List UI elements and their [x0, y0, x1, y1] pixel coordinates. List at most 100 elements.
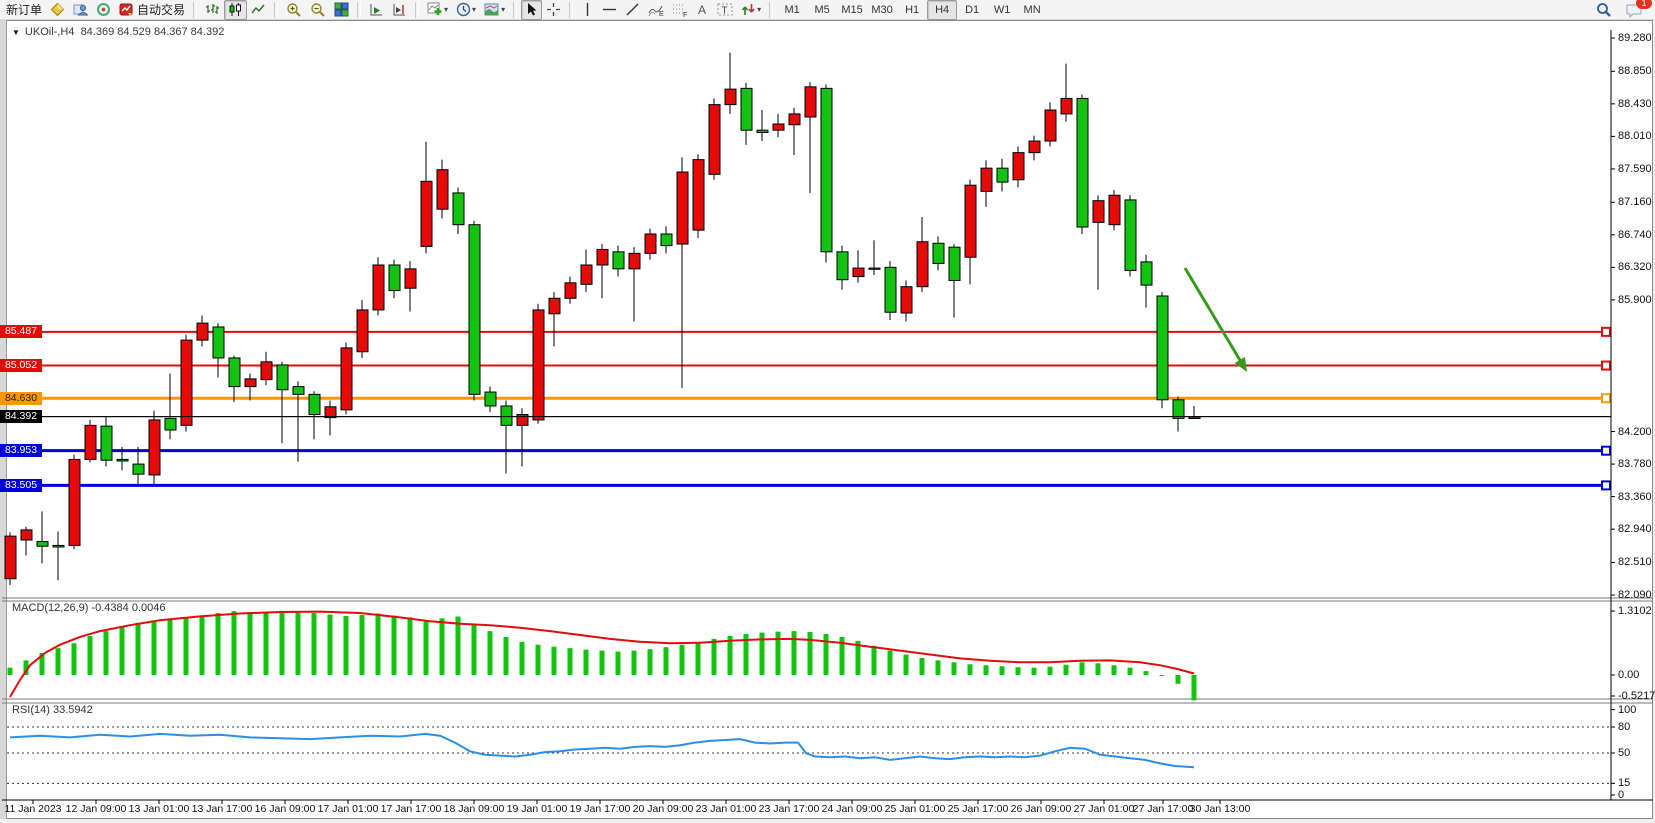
rsi-axis-label: 100	[1618, 704, 1636, 716]
price-flag-83.953: 83.953	[0, 444, 42, 457]
price-tick-label: 84.200	[1618, 426, 1652, 438]
candle-body	[5, 536, 16, 579]
macd-axis-label: -0.5217	[1618, 690, 1655, 702]
candle-body	[885, 267, 896, 312]
candle-body	[533, 310, 544, 420]
price-tick-label: 87.590	[1618, 163, 1652, 175]
candle-body	[981, 168, 992, 191]
date-tick-label: 13 Jan 17:00	[192, 803, 253, 815]
date-tick-label: 11 Jan 2023	[4, 803, 61, 815]
candle-body	[373, 265, 384, 310]
date-tick-label: 25 Jan 01:00	[885, 803, 946, 815]
price-tick-label: 82.940	[1618, 523, 1652, 535]
candle-body	[629, 253, 640, 268]
candle-body	[805, 87, 816, 117]
candle-body	[1045, 110, 1056, 141]
candle-body	[485, 392, 496, 406]
date-tick-label: 13 Jan 01:00	[129, 803, 190, 815]
candle-body	[757, 130, 768, 132]
candle-body	[1013, 153, 1024, 180]
one-click-trading-icon[interactable]: ▼	[12, 28, 20, 37]
candle-body	[869, 268, 880, 269]
price-flag-84.392: 84.392	[0, 410, 42, 423]
candle-body	[965, 185, 976, 257]
ohlc-readout: 84.369 84.529 84.367 84.392	[81, 26, 225, 38]
candle-body	[453, 193, 464, 225]
candle-body	[117, 459, 128, 461]
candle-body	[309, 394, 320, 414]
price-tick-label: 88.430	[1618, 98, 1652, 110]
candle-body	[53, 545, 64, 547]
date-tick-label: 24 Jan 09:00	[822, 803, 883, 815]
mt4-terminal: { "toolbar": { "new_order_label": "新订单",…	[0, 0, 1655, 823]
candle-body	[245, 379, 256, 387]
date-tick-label: 27 Jan 17:00	[1133, 803, 1194, 815]
candle-body	[565, 283, 576, 298]
date-tick-label: 26 Jan 09:00	[1011, 803, 1072, 815]
macd-axis-label: 0.00	[1618, 669, 1639, 681]
candle-body	[165, 418, 176, 430]
rsi-axis-label: 15	[1618, 777, 1630, 789]
candle-body	[1125, 200, 1136, 270]
candle-body	[949, 247, 960, 280]
price-tick-label: 87.160	[1618, 196, 1652, 208]
candle-body	[437, 170, 448, 210]
date-tick-label: 27 Jan 01:00	[1074, 803, 1135, 815]
candle-body	[789, 114, 800, 125]
candle-body	[1157, 296, 1168, 400]
candle-body	[357, 310, 368, 352]
date-tick-label: 17 Jan 01:00	[318, 803, 379, 815]
price-flag-85.052: 85.052	[0, 359, 42, 372]
price-tick-label: 82.090	[1618, 589, 1652, 601]
candle-body	[149, 420, 160, 475]
candle-body	[389, 265, 400, 291]
price-tick-label: 85.900	[1618, 294, 1652, 306]
candle-body	[597, 249, 608, 264]
candle-body	[741, 88, 752, 130]
candle-body	[501, 406, 512, 425]
candle-body	[581, 265, 592, 284]
candle-body	[21, 530, 32, 540]
candle-body	[405, 269, 416, 288]
candle-body	[37, 542, 48, 547]
date-tick-label: 23 Jan 01:00	[696, 803, 757, 815]
candle-body	[469, 225, 480, 395]
candle-body	[277, 365, 288, 390]
rsi-indicator-label: RSI(14) 33.5942	[12, 704, 93, 716]
candle-body	[661, 234, 672, 246]
candle-body	[837, 252, 848, 280]
candle-body	[1141, 262, 1152, 285]
candle-body	[1109, 195, 1120, 224]
hline-handle	[1602, 362, 1610, 370]
candle-body	[773, 124, 784, 130]
price-flag-83.505: 83.505	[0, 479, 42, 492]
price-tick-label: 83.360	[1618, 491, 1652, 503]
candle-body	[261, 362, 272, 380]
date-tick-label: 18 Jan 09:00	[444, 803, 505, 815]
candle-body	[213, 327, 224, 358]
candle-body	[69, 459, 80, 545]
candle-body	[821, 88, 832, 251]
candle-body	[997, 168, 1008, 182]
candle-body	[613, 252, 624, 269]
candle-body	[917, 242, 928, 287]
hline-handle	[1602, 481, 1610, 489]
chart-symbol-header: ▼UKOil-,H4 84.369 84.529 84.367 84.392	[12, 26, 224, 38]
price-chart-canvas[interactable]	[0, 0, 1655, 823]
candle-body	[677, 172, 688, 244]
candle-body	[901, 287, 912, 313]
date-tick-label: 19 Jan 01:00	[507, 803, 568, 815]
candle-body	[645, 234, 656, 253]
date-tick-label: 17 Jan 17:00	[381, 803, 442, 815]
candle-body	[693, 160, 704, 230]
rsi-line	[10, 734, 1194, 767]
date-tick-label: 23 Jan 17:00	[759, 803, 820, 815]
candle-body	[549, 298, 560, 313]
rsi-axis-label: 50	[1618, 747, 1630, 759]
date-tick-label: 25 Jan 17:00	[948, 803, 1009, 815]
rsi-axis-label: 80	[1618, 721, 1630, 733]
candle-body	[229, 358, 240, 387]
price-flag-85.487: 85.487	[0, 325, 42, 338]
candle-body	[85, 425, 96, 459]
price-flag-84.630: 84.630	[0, 392, 42, 405]
